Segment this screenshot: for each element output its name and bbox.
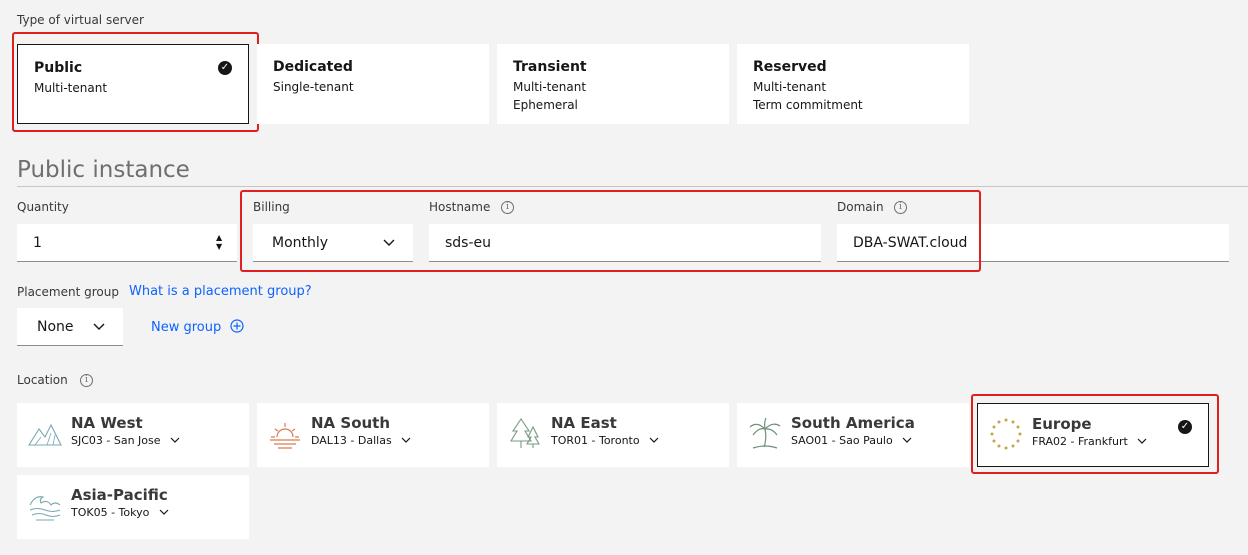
placement-help-link[interactable]: What is a placement group? (129, 284, 312, 299)
datacenter-value: DAL13 - Dallas (311, 434, 392, 447)
server-type-desc: Term commitment (753, 98, 863, 112)
server-type-desc: Single-tenant (273, 80, 354, 94)
location-datacenter-select[interactable]: DAL13 - Dallas (311, 434, 411, 447)
stepper-arrows-icon[interactable]: ▲ ▼ (216, 233, 222, 251)
location-tile-south-america[interactable]: South America SAO01 - Sao Paulo (737, 403, 969, 467)
location-label: Location (17, 373, 68, 387)
placement-label: Placement group (17, 285, 119, 299)
server-type-title: Reserved (753, 59, 827, 75)
waves-icon (29, 496, 61, 521)
quantity-value: 1 (33, 235, 42, 251)
location-datacenter-select[interactable]: SJC03 - San Jose (71, 434, 180, 447)
datacenter-value: SAO01 - Sao Paulo (791, 434, 893, 447)
add-circle-icon (230, 319, 244, 333)
chevron-down-icon (902, 437, 912, 443)
datacenter-value: TOK05 - Tokyo (71, 506, 150, 519)
server-type-desc: Multi-tenant (753, 80, 827, 94)
location-datacenter-select[interactable]: TOK05 - Tokyo (71, 506, 169, 519)
location-name: NA South (311, 414, 391, 432)
placement-select[interactable]: None (17, 308, 123, 346)
sunset-icon (270, 423, 300, 449)
chevron-down-icon (401, 437, 411, 443)
location-tile-na-east[interactable]: NA East TOR01 - Toronto (497, 403, 729, 467)
location-datacenter-select[interactable]: TOR01 - Toronto (551, 434, 659, 447)
location-name: South America (791, 414, 915, 432)
location-tile-na-west[interactable]: NA West SJC03 - San Jose (17, 403, 249, 467)
server-type-transient-tile[interactable]: Transient Multi-tenant Ephemeral (497, 44, 729, 124)
divider (17, 186, 1248, 187)
new-group-label: New group (151, 320, 222, 335)
location-tile-na-south[interactable]: NA South DAL13 - Dallas (257, 403, 489, 467)
highlight-box (12, 32, 259, 132)
server-type-title: Dedicated (273, 59, 353, 75)
mountains-icon (28, 423, 62, 446)
server-type-desc: Ephemeral (513, 98, 578, 112)
info-icon[interactable]: i (80, 374, 93, 387)
location-tile-asia-pacific[interactable]: Asia-Pacific TOK05 - Tokyo (17, 475, 249, 539)
server-type-title: Transient (513, 59, 587, 75)
chevron-down-icon (159, 509, 169, 515)
server-type-reserved-tile[interactable]: Reserved Multi-tenant Term commitment (737, 44, 969, 124)
quantity-label: Quantity (17, 200, 69, 214)
server-type-label: Type of virtual server (17, 13, 144, 27)
trees-icon (510, 418, 540, 448)
chevron-down-icon (93, 323, 105, 330)
chevron-down-icon (649, 437, 659, 443)
server-type-desc: Multi-tenant (513, 80, 587, 94)
palm-tree-icon (749, 417, 781, 449)
location-name: NA West (71, 414, 143, 432)
placement-value: None (37, 319, 74, 335)
datacenter-value: TOR01 - Toronto (551, 434, 640, 447)
location-name: Asia-Pacific (71, 486, 168, 504)
location-name: NA East (551, 414, 617, 432)
quantity-stepper[interactable]: 1 ▲ ▼ (17, 224, 237, 262)
location-datacenter-select[interactable]: SAO01 - Sao Paulo (791, 434, 912, 447)
datacenter-value: SJC03 - San Jose (71, 434, 161, 447)
highlight-box (240, 190, 981, 272)
new-group-button[interactable]: New group (151, 319, 244, 335)
section-title: Public instance (17, 157, 190, 183)
highlight-box (971, 394, 1219, 474)
server-type-dedicated-tile[interactable]: Dedicated Single-tenant (257, 44, 489, 124)
chevron-down-icon (170, 437, 180, 443)
